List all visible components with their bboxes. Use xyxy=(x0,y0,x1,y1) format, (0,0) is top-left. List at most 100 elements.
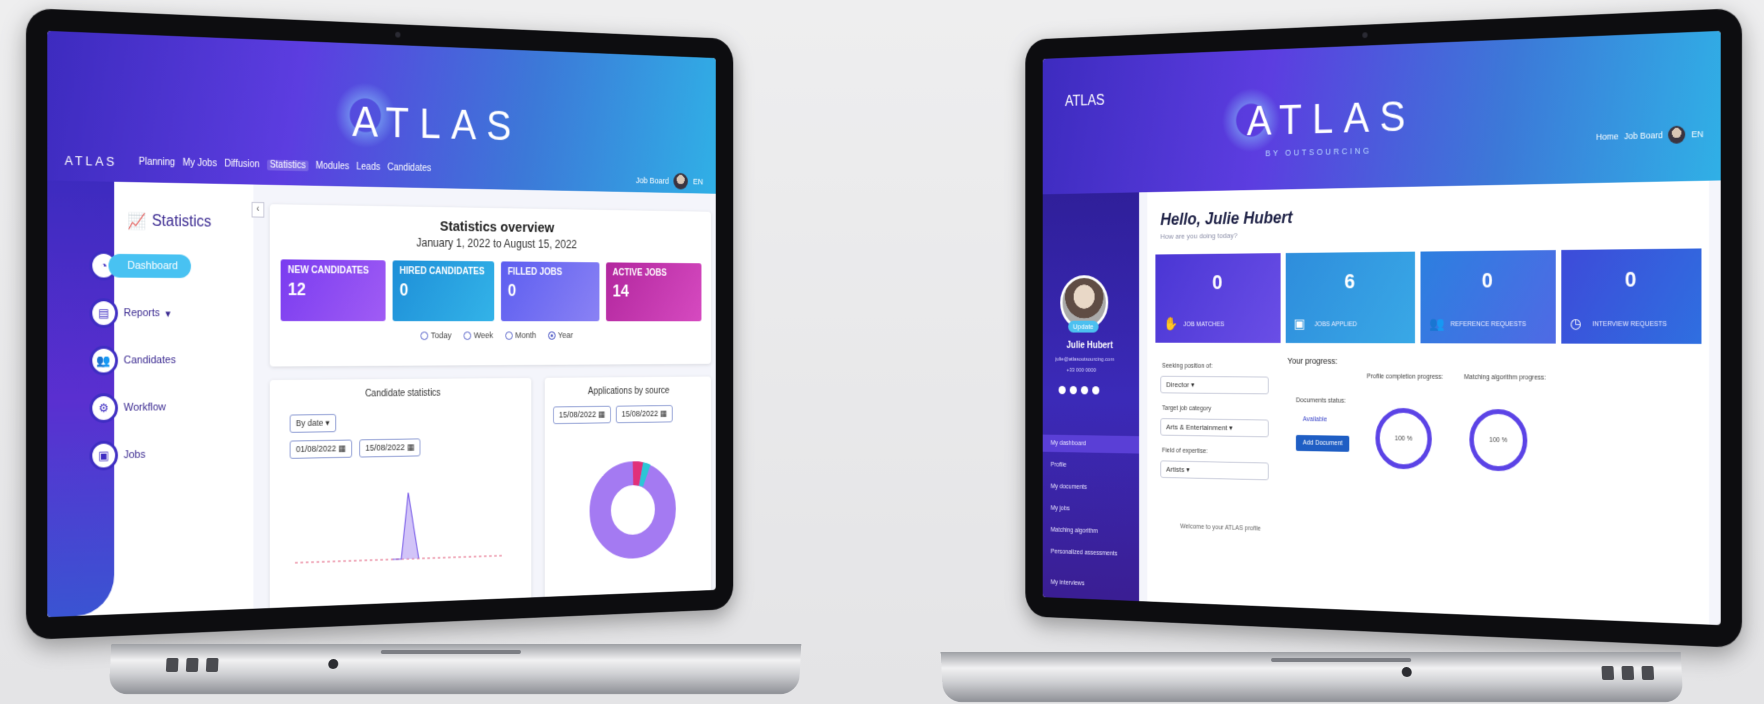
expertise-select[interactable]: Artists ▾ xyxy=(1160,460,1269,481)
tile-reference-requests[interactable]: 0 👥 REFERENCE REQUESTS xyxy=(1420,250,1556,344)
brand-small[interactable]: ATLAS xyxy=(1065,93,1105,111)
kpi-hired-candidates[interactable]: HIRED CANDIDATES 0 xyxy=(392,260,495,322)
filter-select[interactable]: By date ▾ xyxy=(289,413,336,433)
seeking-select[interactable]: Director ▾ xyxy=(1160,375,1269,395)
left-bezel: ATLAS ATLAS Planning My Jobs Diffusion S… xyxy=(26,8,734,640)
menu-my-jobs[interactable]: My jobs xyxy=(1043,500,1139,520)
add-document-button[interactable]: Add Document xyxy=(1295,434,1350,452)
facebook-icon[interactable] xyxy=(1058,385,1066,395)
nav-statistics[interactable]: Statistics xyxy=(266,159,309,172)
progress-title: Your progress: xyxy=(1287,356,1338,366)
expertise-label: Field of expertise: xyxy=(1161,447,1208,455)
app-date-to-input[interactable]: 15/08/2022 ▦ xyxy=(615,405,673,424)
profile-content: Hello, Julie Hubert How are you doing to… xyxy=(1147,180,1710,625)
documents-status: Available xyxy=(1302,416,1328,424)
sidebar-item-workflow[interactable]: ⚙ Workflow xyxy=(89,393,166,424)
nav-diffusion[interactable]: Diffusion xyxy=(224,159,259,170)
kpi-tiles: NEW CANDIDATES 12 HIRED CANDIDATES 0 FIL… xyxy=(280,259,702,322)
welcome-text: Welcome to your ATLAS profile xyxy=(1180,523,1261,533)
period-week[interactable]: Week xyxy=(463,331,493,340)
menu-my-interviews[interactable]: My interviews xyxy=(1043,574,1139,595)
menu-matching-algorithm[interactable]: Matching algorithm xyxy=(1043,521,1139,541)
top-nav: Planning My Jobs Diffusion Statistics Mo… xyxy=(139,157,432,174)
nav-modules[interactable]: Modules xyxy=(316,161,350,172)
report-icon: ▤ xyxy=(89,298,118,328)
update-photo-button[interactable]: Update xyxy=(1068,320,1099,333)
right-user-menu: Home Job Board EN xyxy=(1596,125,1703,146)
kpi-new-candidates[interactable]: NEW CANDIDATES 12 xyxy=(280,259,386,322)
social-links xyxy=(1058,385,1100,395)
period-year[interactable]: Year xyxy=(547,330,573,340)
menu-profile[interactable]: Profile xyxy=(1043,456,1139,475)
period-today[interactable]: Today xyxy=(420,331,451,340)
profile-email: julie@atlasoutsourcing.com xyxy=(1055,356,1115,363)
right-screen: ATLAS BY OUTSOURCING Home Job Board EN A… xyxy=(1042,30,1721,626)
job-board-link[interactable]: Job Board xyxy=(636,176,669,186)
applications-title: Applications by source xyxy=(587,385,670,397)
menu-personalized-assessments[interactable]: Personalized assessments xyxy=(1043,543,1139,564)
nav-home[interactable]: Home xyxy=(1596,131,1618,141)
nav-candidates[interactable]: Candidates xyxy=(387,163,431,174)
tile-job-matches[interactable]: 0 ✋ JOB MATCHES xyxy=(1155,253,1281,343)
profile-phone: +33 000 0000 xyxy=(1066,367,1097,374)
app-date-from-input[interactable]: 15/08/2022 ▦ xyxy=(553,405,611,425)
nav-job-board[interactable]: Job Board xyxy=(1624,130,1663,141)
profile-tiles: 0 ✋ JOB MATCHES 6 ▣ JOBS APPLIED 0 👥 REF… xyxy=(1155,248,1702,344)
donut-slice-teal xyxy=(641,474,647,476)
twitter-icon[interactable] xyxy=(1080,386,1089,395)
left-laptop: ATLAS ATLAS Planning My Jobs Diffusion S… xyxy=(0,0,880,704)
collapse-sidebar-button[interactable]: ‹ xyxy=(251,201,265,218)
user-menu[interactable]: Job Board EN xyxy=(636,172,703,190)
tile-jobs-applied[interactable]: 6 ▣ JOBS APPLIED xyxy=(1285,251,1415,344)
sidebar-item-dashboard[interactable]: ◔ Dashboard xyxy=(89,250,191,281)
menu-my-dashboard[interactable]: My dashboard xyxy=(1042,434,1140,454)
applications-card: Applications by source 15/08/2022 ▦ 15/0… xyxy=(544,376,712,618)
sidebar-item-reports[interactable]: ▤ Reports ▾ xyxy=(89,298,171,328)
chart-icon: 📈 xyxy=(127,213,147,231)
period-month[interactable]: Month xyxy=(505,331,536,340)
greeting-title: Hello, Julie Hubert xyxy=(1160,207,1293,229)
stats-sidebar: 📈 Statistics ◔ Dashboard ▤ Reports ▾ 👥 C… xyxy=(47,180,254,618)
right-bezel: ATLAS BY OUTSOURCING Home Job Board EN A… xyxy=(1025,8,1742,648)
donut-chart xyxy=(588,459,678,562)
menu-my-documents[interactable]: My documents xyxy=(1043,478,1139,498)
profile-progress-ring: 100 % xyxy=(1375,407,1432,470)
left-screen: ATLAS ATLAS Planning My Jobs Diffusion S… xyxy=(47,30,716,618)
sidebar-item-jobs[interactable]: ▣ Jobs xyxy=(89,440,146,471)
profile-name: Julie Hubert xyxy=(1066,340,1113,351)
algorithm-progress-ring: 100 % xyxy=(1469,408,1528,472)
logo-text: ATLAS xyxy=(352,98,522,150)
category-select[interactable]: Arts & Entertainment ▾ xyxy=(1160,418,1269,438)
nav-leads[interactable]: Leads xyxy=(356,162,380,173)
instagram-icon[interactable] xyxy=(1092,386,1100,395)
camera-dot xyxy=(1362,32,1368,39)
logo-text: ATLAS xyxy=(1246,93,1416,145)
candidate-line-chart xyxy=(295,481,513,602)
left-header: ATLAS ATLAS Planning My Jobs Diffusion S… xyxy=(47,30,716,194)
briefcase-icon: ▣ xyxy=(89,440,118,471)
category-label: Target job category xyxy=(1161,405,1212,413)
tile-interview-requests[interactable]: 0 ◷ INTERVIEW REQUESTS xyxy=(1560,248,1702,344)
linkedin-icon[interactable] xyxy=(1069,386,1077,395)
sidebar-item-candidates[interactable]: 👥 Candidates xyxy=(89,345,176,376)
candidate-stats-card: Candidate statistics By date ▾ 01/08/202… xyxy=(269,377,532,618)
logo-byline: BY OUTSOURCING xyxy=(1265,145,1372,159)
nav-my-jobs[interactable]: My Jobs xyxy=(183,158,217,170)
marketing-stage: ATLAS ATLAS Planning My Jobs Diffusion S… xyxy=(0,0,1764,704)
gears-icon: ⚙ xyxy=(89,393,118,424)
kpi-active-jobs[interactable]: ACTIVE JOBS 14 xyxy=(606,262,702,322)
nav-planning[interactable]: Planning xyxy=(139,157,175,169)
period-radio-group: Today Week Month Year xyxy=(270,330,711,340)
calendar-icon: ▦ xyxy=(407,442,415,452)
kpi-filled-jobs[interactable]: FILLED JOBS 0 xyxy=(500,261,600,322)
avatar[interactable] xyxy=(1668,125,1686,144)
right-base xyxy=(940,652,1684,702)
brand-small[interactable]: ATLAS xyxy=(65,153,118,169)
avatar[interactable] xyxy=(673,172,689,190)
greeting-subtitle: How are you doing today? xyxy=(1160,231,1238,241)
lang-selector[interactable]: EN xyxy=(693,177,703,186)
lang-selector[interactable]: EN xyxy=(1691,129,1703,139)
date-from-input[interactable]: 01/08/2022 ▦ xyxy=(289,439,353,459)
date-to-input[interactable]: 15/08/2022 ▦ xyxy=(359,438,421,458)
profile-sidebar: ATLAS Update Julie Hubert julie@atlasout… xyxy=(1042,93,1140,602)
